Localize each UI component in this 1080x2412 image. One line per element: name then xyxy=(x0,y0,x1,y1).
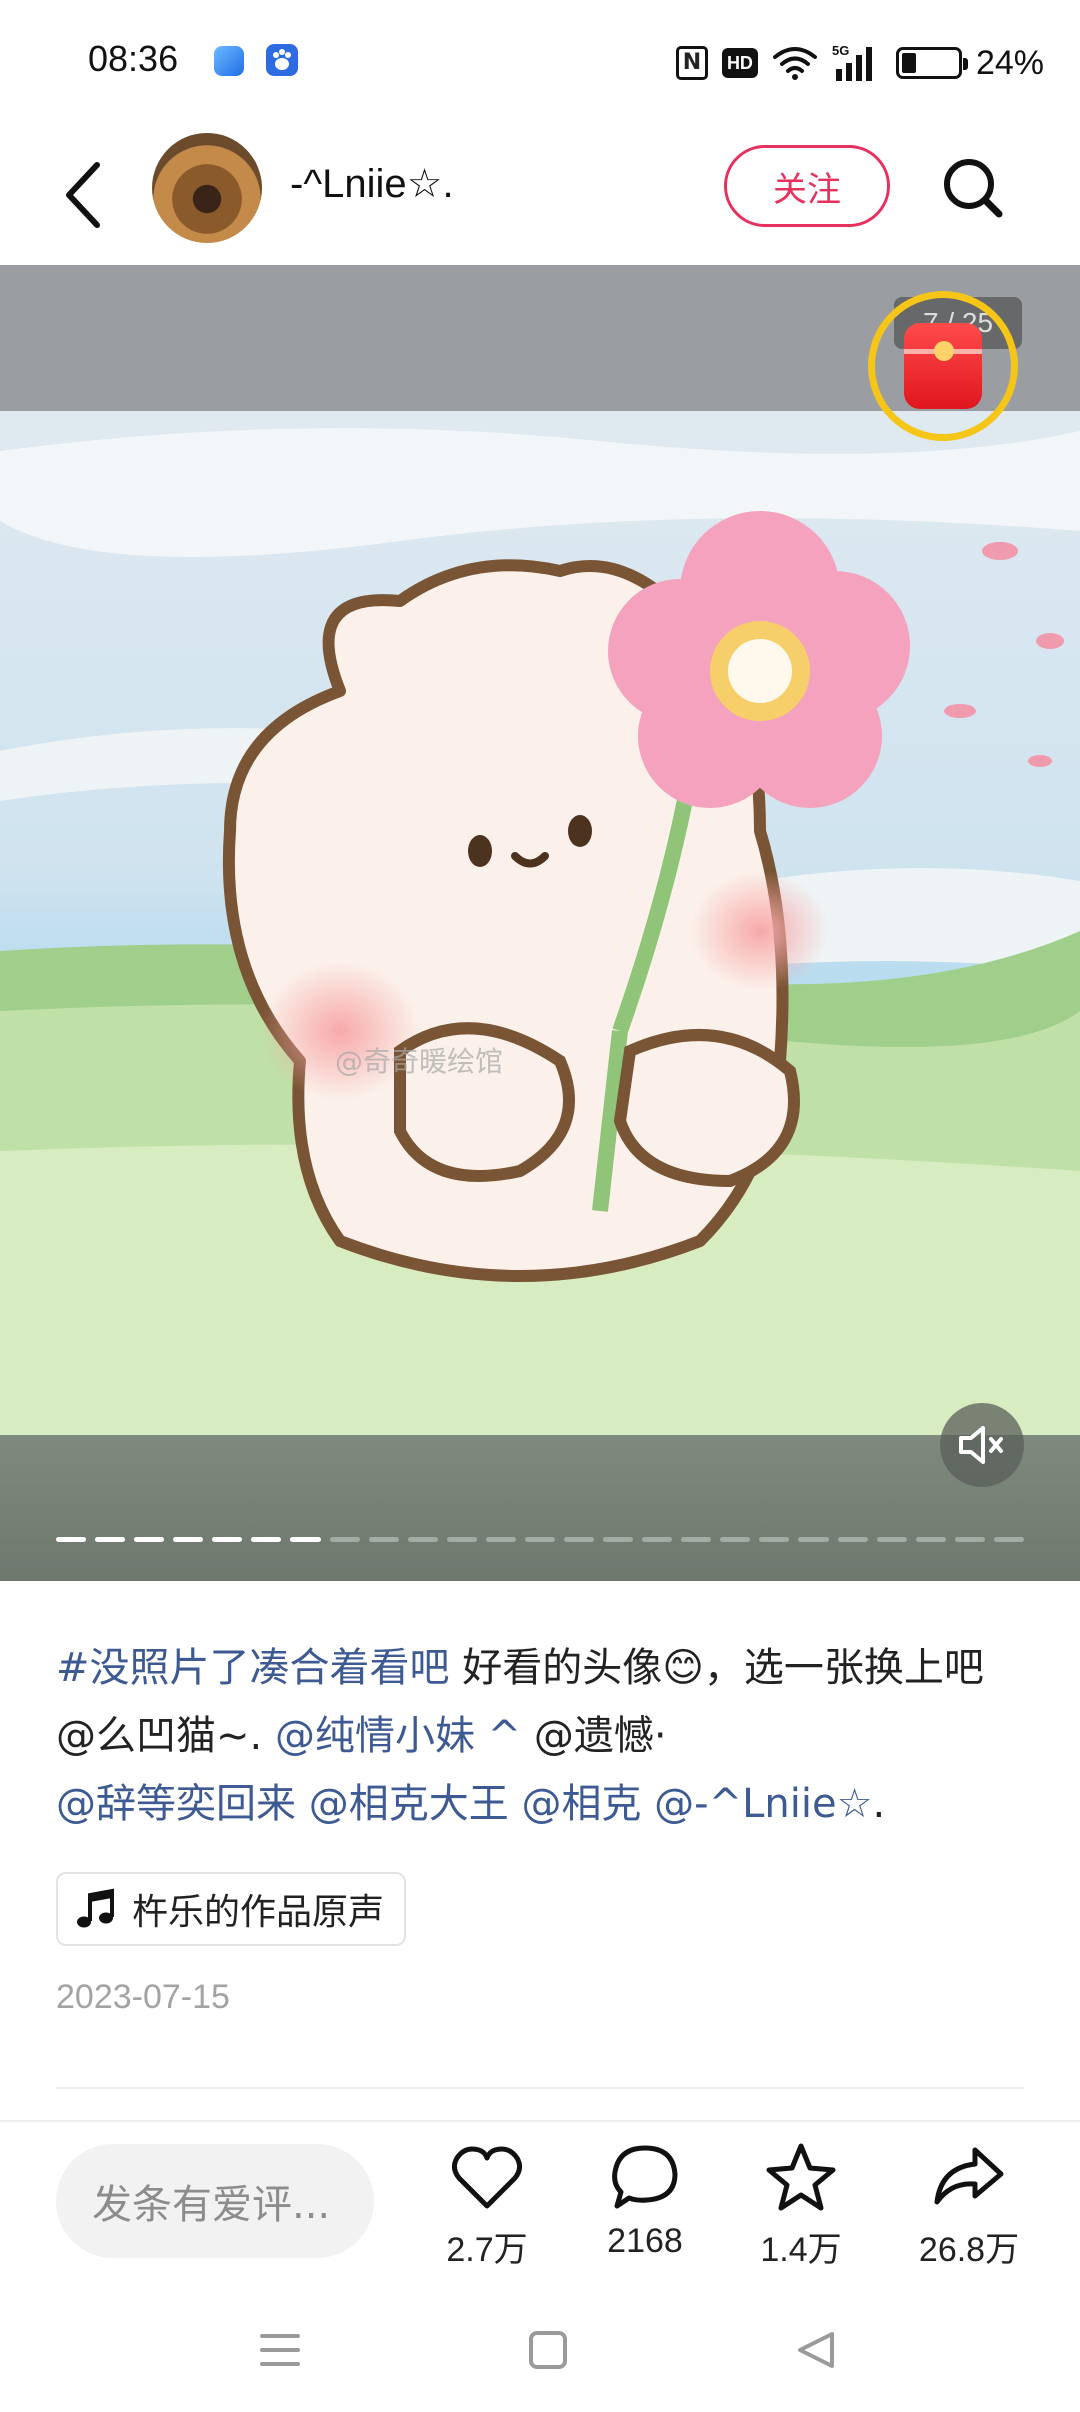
status-time: 08:36 xyxy=(88,38,179,79)
caption-text: @遗憾· xyxy=(521,1713,667,1759)
carousel-dot xyxy=(915,1537,946,1542)
caption-text xyxy=(509,1781,522,1827)
original-sound-chip[interactable]: 杵乐的作品原声 xyxy=(56,1872,407,1946)
carousel-dot xyxy=(290,1537,321,1542)
chevron-left-icon xyxy=(66,162,100,228)
carousel-dot xyxy=(407,1537,438,1542)
carousel-progress xyxy=(56,1537,1024,1543)
carousel-dot xyxy=(642,1537,673,1542)
wifi-icon xyxy=(772,47,817,80)
like-button[interactable]: 2.7万 xyxy=(422,2140,552,2271)
sound-label: 杵乐的作品原声 xyxy=(132,1892,385,1933)
author-avatar[interactable] xyxy=(152,133,262,243)
favorite-count: 1.4万 xyxy=(760,2231,842,2269)
carousel-dot xyxy=(603,1537,634,1542)
comment-input[interactable]: 发条有爱评... xyxy=(56,2144,374,2258)
comment-count: 2168 xyxy=(607,2222,683,2260)
bottom-action-bar: 发条有爱评... 2.7万 2168 1.4万 26.8万 xyxy=(0,2120,1080,2270)
status-icons: N HD 5G 24% xyxy=(675,38,1044,88)
image-watermark: @奇奇暖绘馆 xyxy=(335,1045,503,1078)
follow-button[interactable]: 关注 xyxy=(724,145,890,227)
music-note-icon xyxy=(77,1888,114,1928)
red-packet-button[interactable] xyxy=(868,291,1018,441)
menu-icon xyxy=(260,2334,300,2366)
image-bottom-padding xyxy=(0,1435,1080,1581)
carousel-dot xyxy=(485,1537,516,1542)
carousel-dot xyxy=(368,1537,399,1542)
like-count: 2.7万 xyxy=(446,2231,528,2269)
carousel-dot xyxy=(759,1537,790,1542)
caption-text: . xyxy=(872,1781,886,1827)
carousel-dot xyxy=(993,1537,1024,1542)
heart-icon xyxy=(451,2146,523,2209)
share-arrow-icon xyxy=(934,2147,1004,2205)
favorite-button[interactable]: 1.4万 xyxy=(736,2140,866,2271)
comment-button[interactable]: 2168 xyxy=(580,2140,710,2261)
svg-text:5G: 5G xyxy=(832,43,849,58)
post-header: -^Lniie☆. 关注 xyxy=(0,125,1080,265)
comment-bubble-icon xyxy=(612,2145,678,2209)
caption-text xyxy=(296,1781,309,1827)
mention-link[interactable]: @辞等奕回来 xyxy=(56,1781,296,1827)
search-icon xyxy=(944,159,1003,218)
carousel-dot xyxy=(954,1537,985,1542)
author-name[interactable]: -^Lniie☆. xyxy=(290,161,454,207)
hashtag-link[interactable]: #没照片了凑合着看吧 xyxy=(56,1645,450,1691)
status-bar: 08:36 N HD 5G 24% xyxy=(0,0,1080,125)
home-button[interactable] xyxy=(518,2320,578,2380)
search-button[interactable] xyxy=(936,151,1010,225)
carousel-dot xyxy=(720,1537,751,1542)
system-nav-bar xyxy=(0,2290,1080,2412)
carousel-dot xyxy=(446,1537,477,1542)
hd-icon: HD xyxy=(721,48,758,78)
mention-link[interactable]: @相克大王 xyxy=(309,1781,509,1827)
carousel-dot xyxy=(95,1537,126,1542)
post-date: 2023-07-15 xyxy=(56,1978,230,2016)
signal-5g-icon: 5G xyxy=(832,43,872,81)
share-button[interactable]: 26.8万 xyxy=(904,2140,1034,2271)
battery-percent: 24% xyxy=(975,43,1044,82)
caption-text xyxy=(641,1781,654,1827)
square-home-icon xyxy=(529,2331,567,2369)
triangle-back-icon xyxy=(798,2332,834,2368)
back-nav-button[interactable] xyxy=(786,2320,846,2380)
blue-app-icon xyxy=(214,46,244,76)
carousel-dot xyxy=(524,1537,556,1542)
carousel-dot xyxy=(173,1537,204,1542)
mention-link[interactable]: @-^Lniie☆ xyxy=(654,1781,872,1827)
carousel-dot xyxy=(56,1537,87,1542)
carousel-dot xyxy=(134,1537,165,1542)
bear-with-flower-image: @奇奇暖绘馆 xyxy=(0,411,1080,1435)
carousel-dot xyxy=(837,1537,868,1542)
carousel-dot xyxy=(329,1537,360,1542)
speaker-muted-icon xyxy=(959,1426,1003,1464)
carousel-dot xyxy=(876,1537,907,1542)
carousel-dot xyxy=(798,1537,829,1542)
share-count: 26.8万 xyxy=(918,2231,1020,2269)
battery-icon xyxy=(895,47,968,79)
mention-link[interactable]: @相克 xyxy=(521,1781,641,1827)
recent-apps-button[interactable] xyxy=(250,2320,310,2380)
carousel-dot xyxy=(212,1537,243,1542)
divider xyxy=(56,2087,1024,2089)
image-carousel[interactable]: @奇奇暖绘馆 7 / 25 xyxy=(0,265,1080,1581)
post-caption: #没照片了凑合着看吧 好看的头像😊，选一张换上吧 @么凹猫~. @纯情小妹 ^ … xyxy=(56,1634,1024,1838)
red-packet-icon xyxy=(904,323,982,409)
baidu-paw-icon xyxy=(266,44,298,76)
back-button[interactable] xyxy=(48,155,118,235)
nfc-icon: N xyxy=(675,46,708,80)
carousel-dot xyxy=(251,1537,282,1542)
star-icon xyxy=(766,2143,836,2211)
carousel-dot xyxy=(681,1537,712,1542)
mention-link[interactable]: @纯情小妹 ^ xyxy=(275,1713,521,1759)
mute-button[interactable] xyxy=(940,1403,1024,1487)
carousel-dot xyxy=(564,1537,595,1542)
